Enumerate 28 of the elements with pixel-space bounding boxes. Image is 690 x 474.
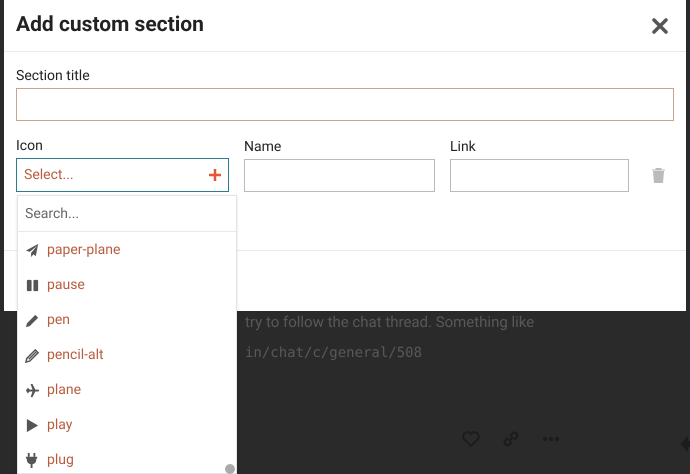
dropdown-option[interactable]: pen <box>47 310 70 331</box>
link-field[interactable] <box>450 159 629 192</box>
field-label: Name <box>244 138 282 157</box>
dropdown-option[interactable]: pause <box>47 275 85 296</box>
name-field[interactable] <box>244 159 435 192</box>
pause-icon <box>25 278 40 293</box>
pen-icon <box>25 313 40 328</box>
dropdown-option[interactable]: play <box>47 415 72 436</box>
field-label: Icon <box>16 137 44 156</box>
search-field[interactable]: Search... <box>18 196 236 232</box>
dialog-title: Add custom section <box>16 12 204 39</box>
plane-icon <box>25 383 40 398</box>
paper-plane-icon <box>25 243 40 258</box>
dropdown-option[interactable]: plane <box>47 380 82 401</box>
field-label: Section title <box>16 67 91 86</box>
icon-select[interactable]: Select... <box>16 158 229 192</box>
field-label: Link <box>450 138 477 157</box>
pencil-icon <box>25 348 40 363</box>
trash-icon[interactable] <box>652 168 665 183</box>
section-title-field[interactable] <box>16 88 674 121</box>
close-icon[interactable] <box>652 18 668 34</box>
dropdown-option[interactable]: pencil-alt <box>47 345 104 366</box>
scrollbar-thumb[interactable] <box>225 464 235 474</box>
dropdown-option[interactable]: paper-plane <box>47 240 120 261</box>
dropdown-option[interactable]: plug <box>47 450 74 471</box>
plug-icon <box>25 453 40 468</box>
play-icon <box>25 418 40 433</box>
plus-icon <box>209 169 221 181</box>
